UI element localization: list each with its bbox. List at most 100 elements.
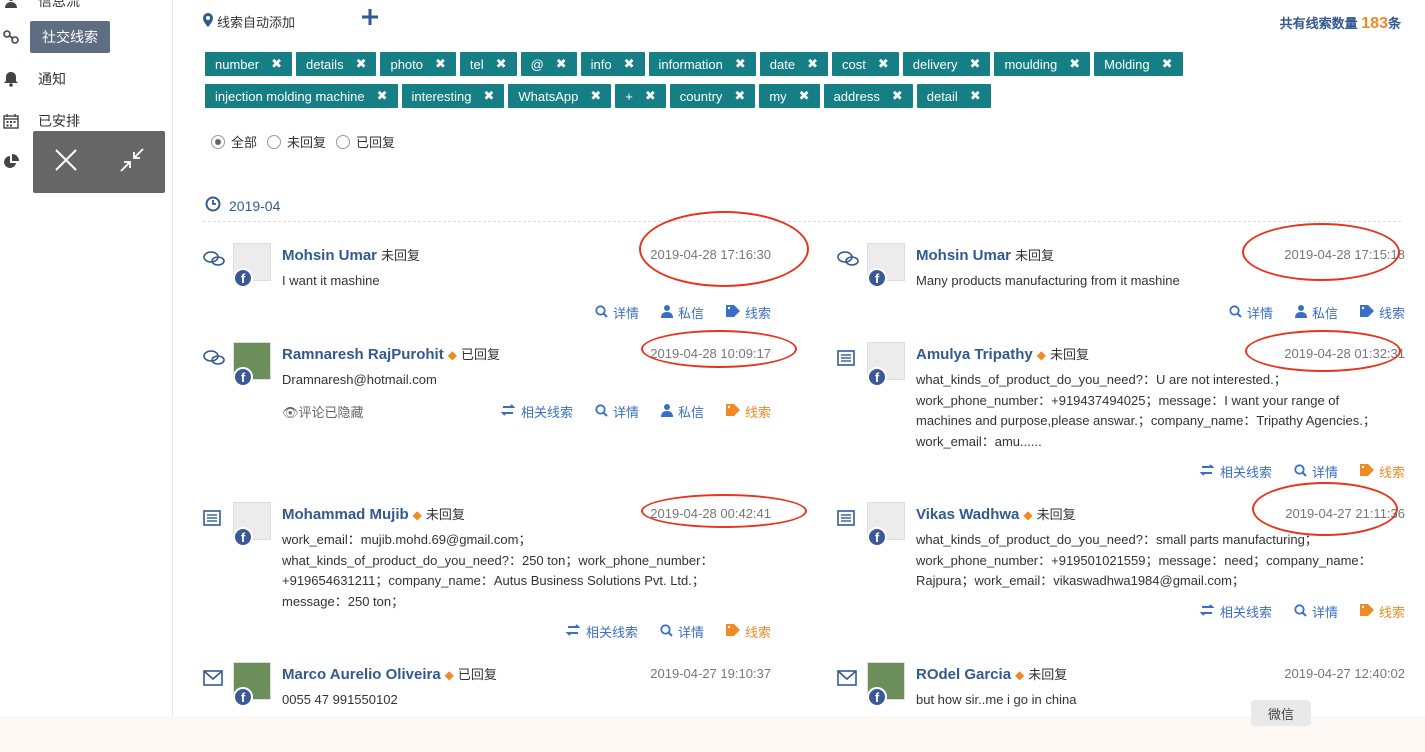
filter-all[interactable]: 全部 [211, 132, 257, 151]
remove-tag-icon[interactable]: ✖ [807, 56, 818, 72]
keyword-tag[interactable]: cost ✖ [831, 52, 899, 76]
detail-button[interactable]: 详情 [1294, 462, 1338, 481]
tag-icon [725, 404, 740, 419]
action-label: 线索 [744, 405, 771, 420]
reply-status: 已回复 [460, 347, 500, 362]
remove-tag-icon[interactable]: ✖ [356, 56, 367, 72]
keyword-tag[interactable]: tel ✖ [459, 52, 517, 76]
action-label: 详情 [677, 625, 704, 640]
remove-tag-icon[interactable]: ✖ [645, 88, 656, 104]
lead-name[interactable]: Marco Aurelio Oliveira ◆ 已回复 [282, 664, 497, 683]
keyword-tag[interactable]: information ✖ [648, 52, 756, 76]
plus-icon [361, 9, 379, 30]
keyword-tag[interactable]: number ✖ [205, 52, 292, 76]
keyword-tag[interactable]: interesting ✖ [401, 84, 505, 108]
auto-add-leads-link[interactable]: 线索自动添加 [203, 12, 295, 31]
remove-tag-icon[interactable]: ✖ [624, 56, 635, 72]
lead-button[interactable]: 线索 [1359, 303, 1405, 322]
related-leads-button[interactable]: 相关线索 [500, 402, 573, 421]
lead-name[interactable]: ROdel Garcia ◆ 未回复 [916, 664, 1067, 683]
related-leads-button[interactable]: 相关线索 [565, 622, 638, 641]
lead-button[interactable]: 线索 [725, 622, 771, 641]
private-message-button[interactable]: 私信 [1294, 303, 1338, 322]
keyword-tag[interactable]: photo ✖ [380, 52, 456, 76]
lead-name[interactable]: Ramnaresh RajPurohit ◆ 已回复 [282, 344, 500, 363]
total-number: 183 [1361, 15, 1388, 32]
remove-tag-icon[interactable]: ✖ [483, 88, 494, 104]
keyword-tag[interactable]: WhatsApp ✖ [508, 84, 612, 108]
remove-tag-icon[interactable]: ✖ [734, 88, 745, 104]
remove-tag-icon[interactable]: ✖ [590, 88, 601, 104]
lead-name[interactable]: Vikas Wadhwa ◆ 未回复 [916, 504, 1076, 523]
lead-button[interactable]: 线索 [1359, 602, 1405, 621]
facebook-icon: f [867, 527, 887, 547]
detail-button[interactable]: 详情 [595, 303, 639, 322]
related-leads-button[interactable]: 相关线索 [1199, 602, 1272, 621]
keyword-tag-label: details [305, 56, 344, 72]
reply-status: 未回复 [1049, 347, 1089, 362]
remove-tag-icon[interactable]: ✖ [556, 56, 567, 72]
annotation-circle [639, 211, 809, 287]
keyword-tag[interactable]: + ✖ [615, 84, 666, 108]
action-label: 相关线索 [585, 625, 638, 640]
lead-button[interactable]: 线索 [725, 402, 771, 421]
remove-tag-icon[interactable]: ✖ [892, 88, 903, 104]
keyword-tag-label: Molding [1104, 56, 1150, 72]
sidebar-item-feed[interactable]: 信息流 [0, 0, 80, 16]
detail-button[interactable]: 详情 [660, 622, 704, 641]
sidebar-item-social-leads[interactable]: 社交线索 [0, 21, 110, 53]
remove-tag-icon[interactable]: ✖ [435, 56, 446, 72]
lead-message: Dramnaresh@hotmail.com [282, 372, 437, 387]
lead-name[interactable]: Mohsin Umar 未回复 [916, 245, 1054, 264]
lead-name[interactable]: Amulya Tripathy ◆ 未回复 [916, 344, 1089, 363]
minimize-icon[interactable] [119, 147, 145, 178]
remove-tag-icon[interactable]: ✖ [496, 56, 507, 72]
remove-tag-icon[interactable]: ✖ [271, 56, 282, 72]
remove-tag-icon[interactable]: ✖ [878, 56, 889, 72]
remove-tag-icon[interactable]: ✖ [970, 56, 981, 72]
remove-tag-icon[interactable]: ✖ [377, 88, 388, 104]
keyword-tag[interactable]: delivery ✖ [902, 52, 991, 76]
keyword-tag[interactable]: country ✖ [669, 84, 756, 108]
private-message-button[interactable]: 私信 [660, 402, 704, 421]
close-icon[interactable] [54, 148, 78, 177]
lead-name-text: Amulya Tripathy [916, 346, 1033, 363]
private-message-button[interactable]: 私信 [660, 303, 704, 322]
detail-button[interactable]: 详情 [595, 402, 639, 421]
lead-name[interactable]: Mohammad Mujib ◆ 未回复 [282, 504, 465, 523]
filter-unreplied[interactable]: 未回复 [267, 132, 326, 151]
annotation-circle [1252, 482, 1398, 536]
keyword-tag-label: my [769, 88, 787, 104]
reply-status: 未回复 [381, 248, 421, 263]
wechat-label: 微信 [1267, 706, 1294, 722]
keyword-tag[interactable]: injection molding machine ✖ [205, 84, 398, 108]
wechat-button[interactable]: 微信 [1251, 700, 1311, 726]
detail-button[interactable]: 详情 [1229, 303, 1273, 322]
add-keyword-button[interactable] [361, 8, 379, 31]
remove-tag-icon[interactable]: ✖ [735, 56, 746, 72]
sidebar-item-notifications[interactable]: 通知 [0, 64, 66, 94]
remove-tag-icon[interactable]: ✖ [1069, 56, 1080, 72]
lead-name[interactable]: Mohsin Umar 未回复 [282, 245, 420, 264]
filter-replied[interactable]: 已回复 [336, 132, 395, 151]
keyword-tag[interactable]: moulding ✖ [994, 52, 1091, 76]
keyword-tag[interactable]: my ✖ [759, 84, 820, 108]
lead-button[interactable]: 线索 [1359, 462, 1405, 481]
keyword-tags: number ✖ details ✖ photo ✖ tel ✖ @ ✖ info ✖ informat… [205, 52, 1235, 108]
related-leads-button[interactable]: 相关线索 [1199, 462, 1272, 481]
detail-button[interactable]: 详情 [1294, 602, 1338, 621]
remove-tag-icon[interactable]: ✖ [1162, 56, 1173, 72]
keyword-tag-label: detail [926, 88, 958, 104]
annotation-circle [1242, 223, 1400, 281]
keyword-tag[interactable]: Molding ✖ [1094, 52, 1183, 76]
remove-tag-icon[interactable]: ✖ [970, 88, 981, 104]
lead-button[interactable]: 线索 [725, 303, 771, 322]
keyword-tag[interactable]: details ✖ [295, 52, 377, 76]
action-label: 私信 [1311, 306, 1338, 321]
keyword-tag[interactable]: address ✖ [823, 84, 913, 108]
remove-tag-icon[interactable]: ✖ [799, 88, 810, 104]
keyword-tag[interactable]: @ ✖ [520, 52, 577, 76]
keyword-tag[interactable]: detail ✖ [916, 84, 991, 108]
keyword-tag[interactable]: date ✖ [759, 52, 828, 76]
keyword-tag[interactable]: info ✖ [580, 52, 645, 76]
